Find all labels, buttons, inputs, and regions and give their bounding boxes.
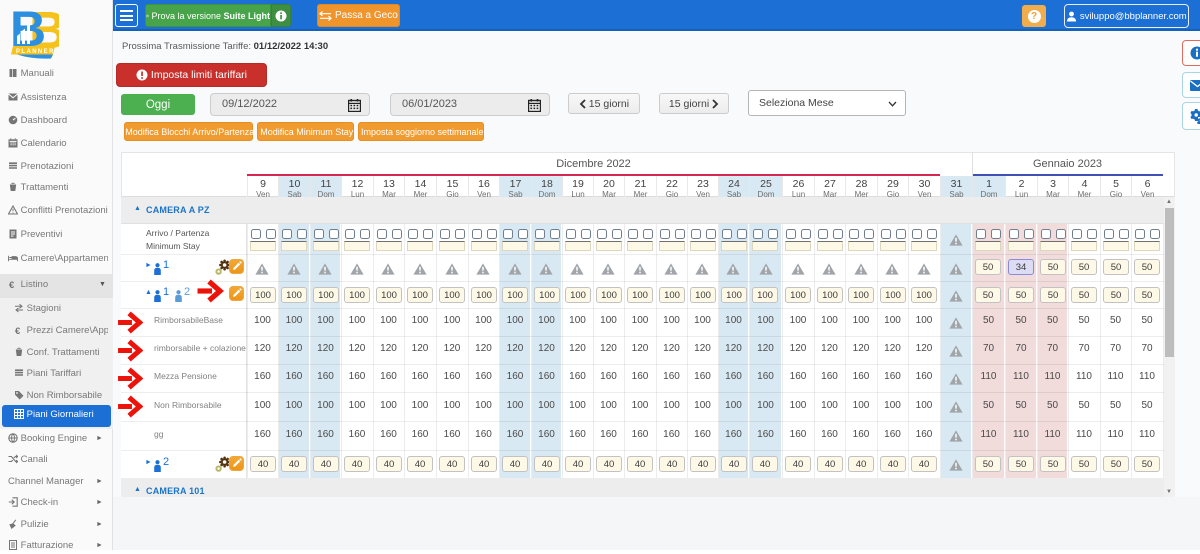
svg-text:€: € <box>15 325 21 334</box>
svg-text:€: € <box>9 280 15 289</box>
svg-text:PLANNER: PLANNER <box>16 49 55 55</box>
